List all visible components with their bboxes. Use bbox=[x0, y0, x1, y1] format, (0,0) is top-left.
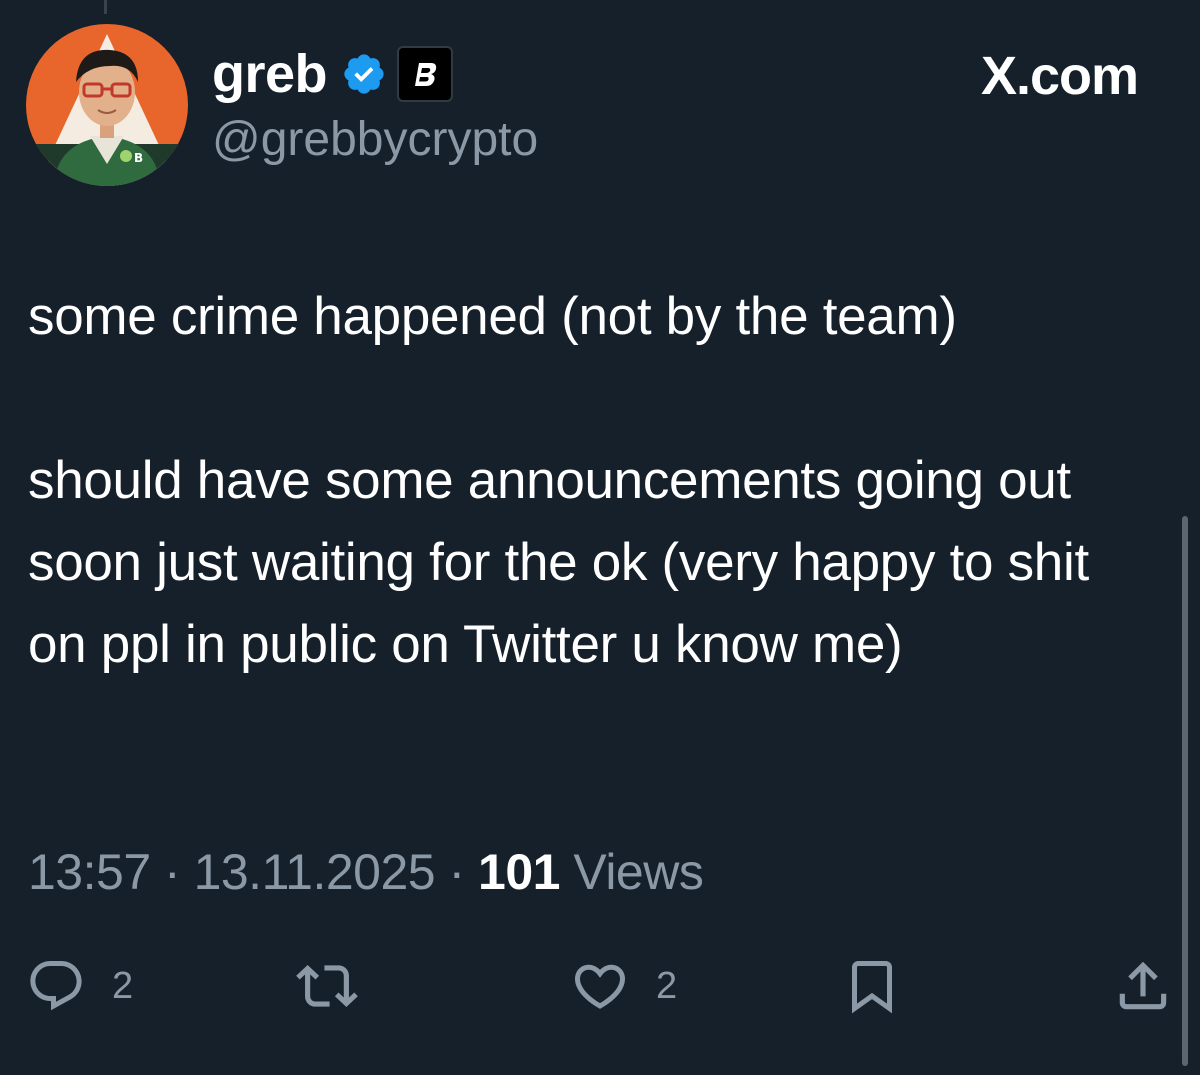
heart-icon bbox=[574, 964, 626, 1009]
views-label: Views bbox=[559, 844, 704, 900]
share-button[interactable] bbox=[1112, 950, 1174, 1022]
bookmark-button[interactable] bbox=[842, 950, 902, 1022]
repost-button[interactable] bbox=[296, 950, 358, 1022]
reply-icon bbox=[30, 961, 82, 1011]
avatar[interactable]: B bbox=[26, 24, 188, 186]
author-handle[interactable]: @grebbycrypto bbox=[212, 110, 538, 170]
verified-badge-icon[interactable] bbox=[341, 51, 387, 97]
tweet-paragraph-2: should have some announcements going out… bbox=[28, 451, 1089, 674]
tweet-date[interactable]: 13.11.2025 bbox=[194, 844, 436, 900]
views-count: 101 bbox=[478, 844, 560, 900]
reply-button[interactable]: 2 bbox=[26, 950, 133, 1022]
share-icon bbox=[1119, 961, 1167, 1010]
affiliate-logo-icon[interactable] bbox=[397, 46, 454, 102]
bookmark-icon bbox=[852, 961, 892, 1014]
brand-label: X.com bbox=[980, 46, 1139, 106]
svg-text:B: B bbox=[134, 151, 143, 165]
author-display-name[interactable]: greb bbox=[212, 44, 328, 104]
affiliate-b-icon bbox=[415, 63, 437, 86]
author-name-row: greb bbox=[212, 44, 454, 104]
like-count: 2 bbox=[656, 964, 678, 1007]
meta-separator: · bbox=[435, 844, 479, 900]
repost-icon bbox=[296, 965, 358, 1007]
reply-count: 2 bbox=[112, 964, 134, 1007]
action-bar: 2 2 bbox=[0, 950, 1200, 1022]
tweet-time[interactable]: 13:57 bbox=[28, 844, 151, 900]
avatar-image: B bbox=[26, 24, 188, 186]
thread-connector-line bbox=[104, 0, 107, 14]
tweet-text: some crime happened (not by the team) sh… bbox=[28, 276, 1158, 686]
meta-separator: · bbox=[150, 844, 194, 900]
scrollbar[interactable] bbox=[1182, 516, 1188, 1066]
tweet-meta: 13:57 · 13.11.2025 · 101 Views bbox=[28, 840, 704, 904]
tweet-paragraph-1: some crime happened (not by the team) bbox=[28, 287, 957, 346]
like-button[interactable]: 2 bbox=[570, 950, 677, 1022]
